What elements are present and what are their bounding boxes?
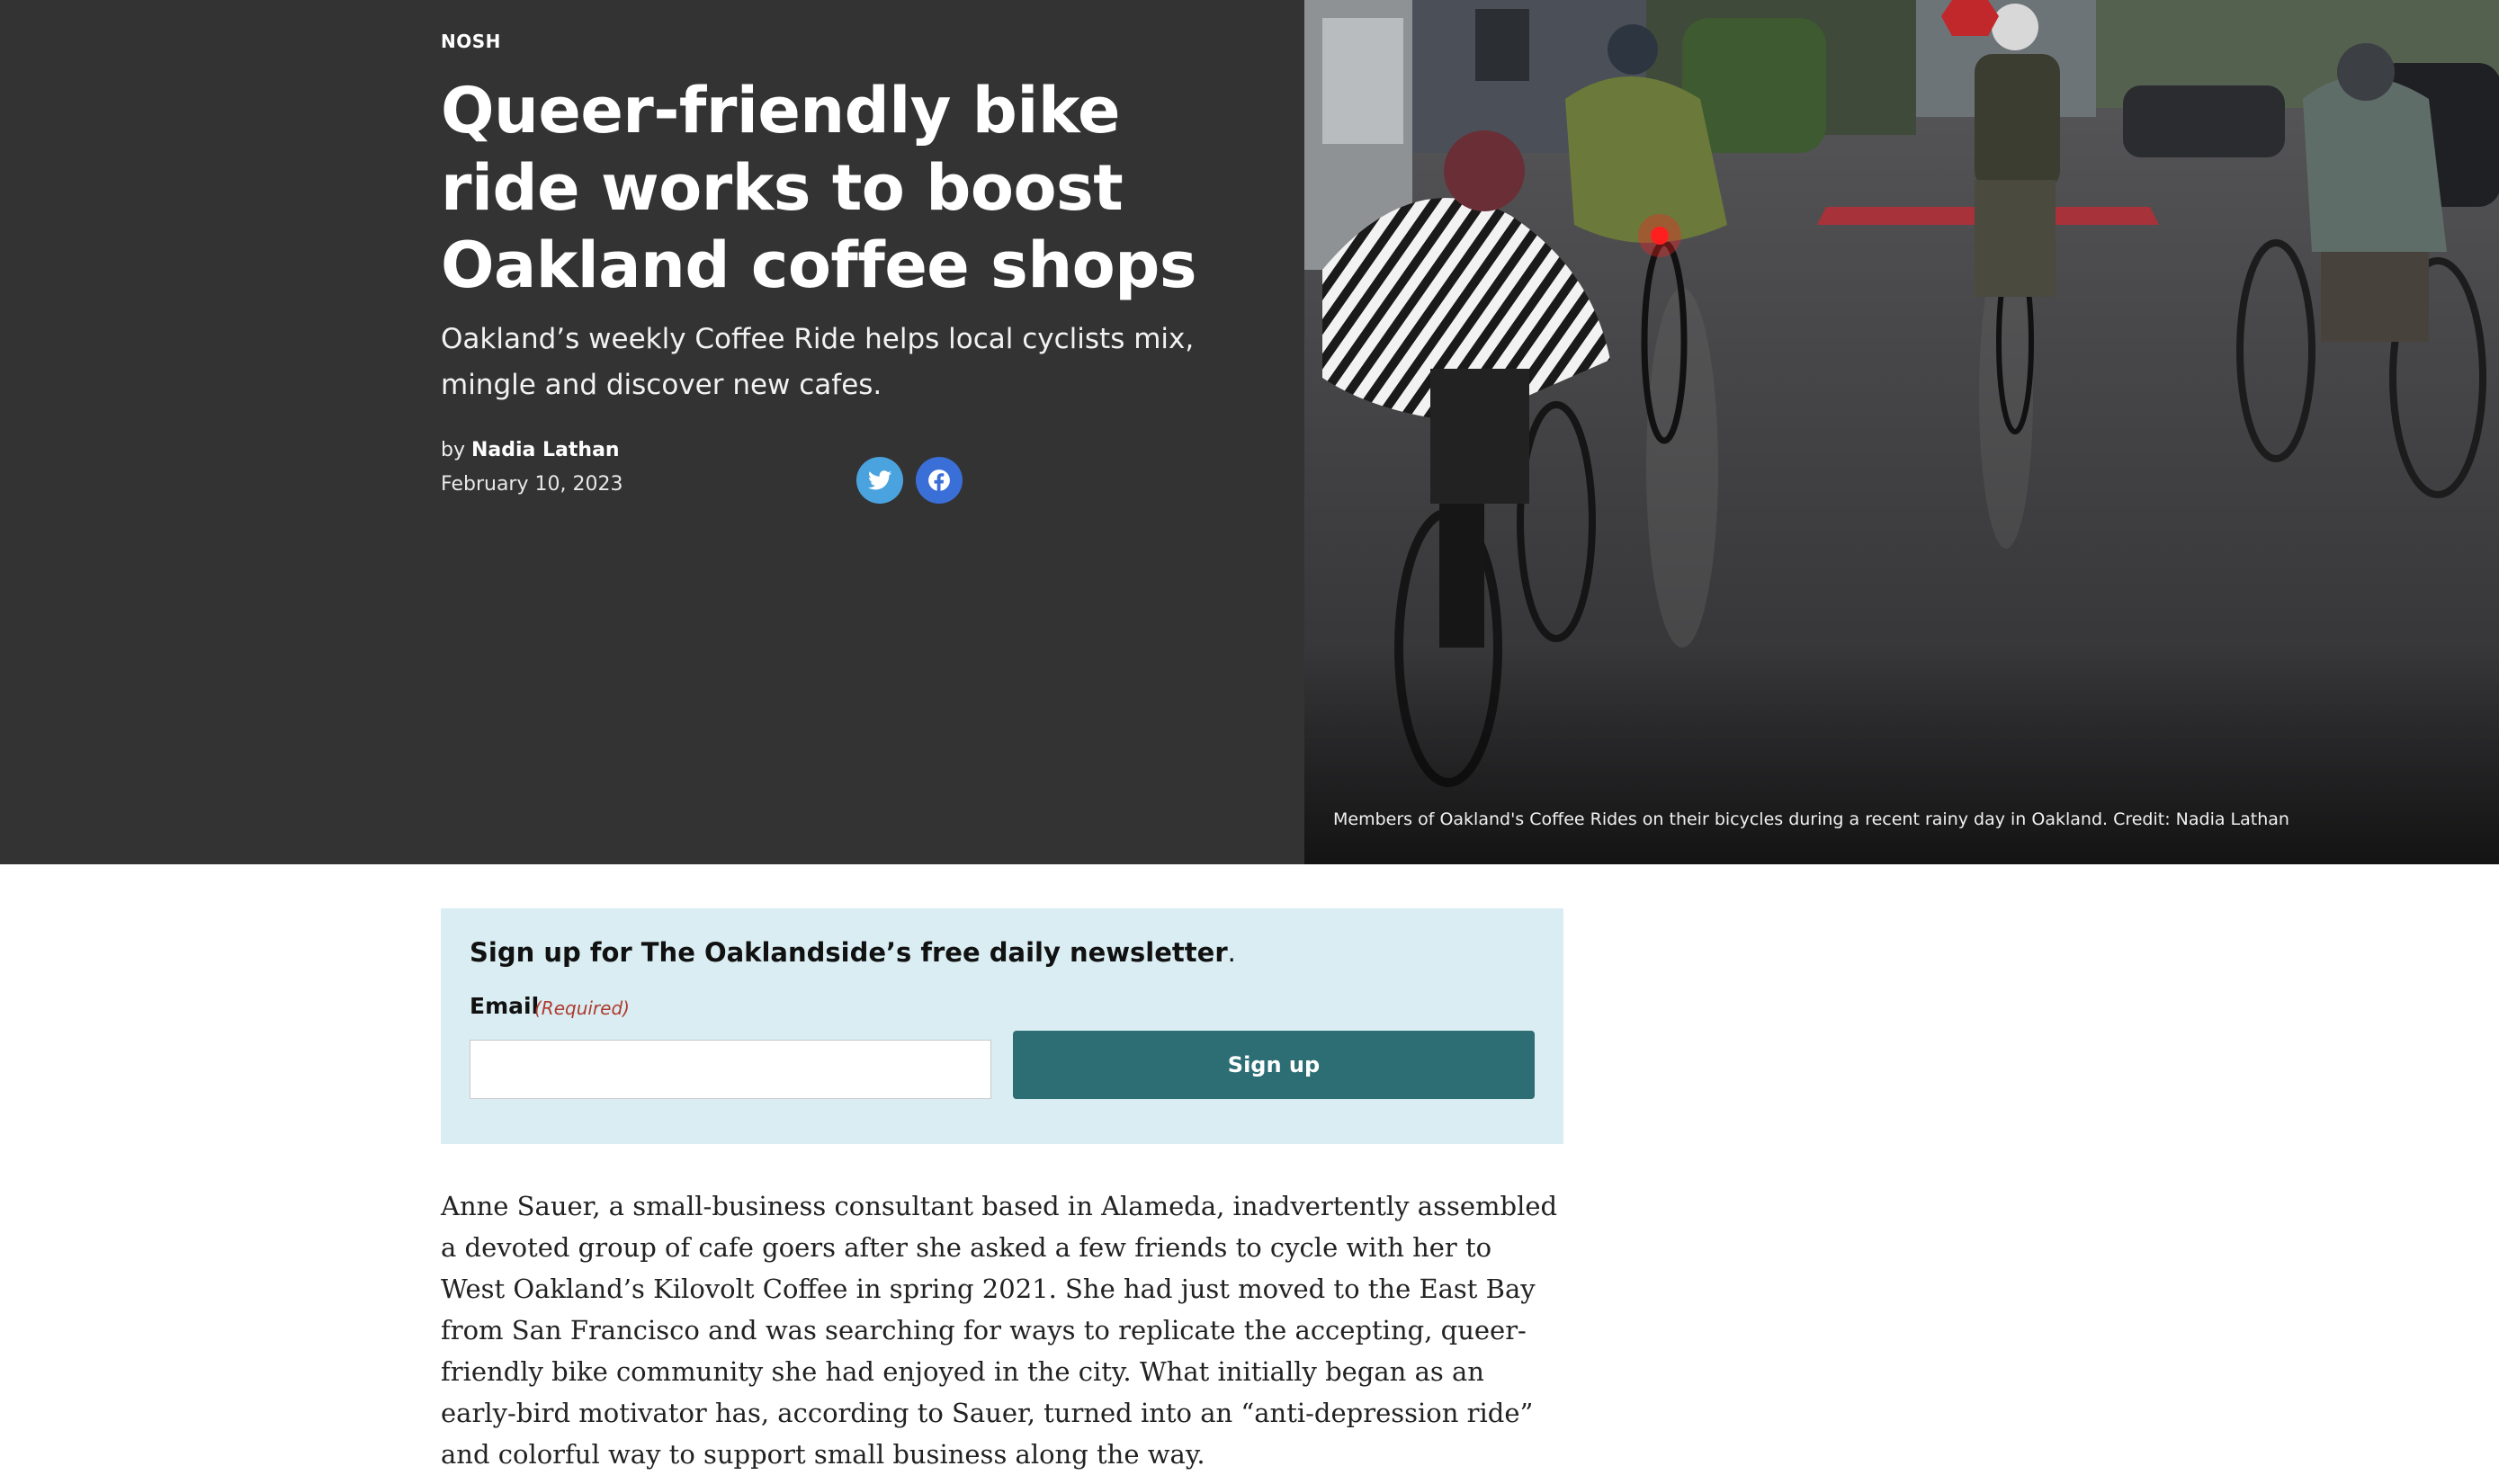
publish-date: February 10, 2023 <box>441 473 623 496</box>
facebook-share-button[interactable] <box>916 457 963 504</box>
email-label: Email <box>470 993 540 1019</box>
article-dek: Oakland’s weekly Coffee Ride helps local… <box>441 323 1195 401</box>
article-headline: Queer-friendly bike ride works to boost … <box>441 74 1197 302</box>
newsletter-title: Sign up for The Oaklandside’s free daily… <box>470 937 1236 968</box>
required-indicator: (Required) <box>534 997 630 1019</box>
share-buttons <box>856 457 963 504</box>
article-body: Anne Sauer, a small-business consultant … <box>441 1185 1563 1475</box>
cyclists-photo-illustration <box>1304 0 2499 864</box>
signup-button[interactable]: Sign up <box>1013 1031 1535 1099</box>
author-link[interactable]: Nadia Lathan <box>471 439 620 461</box>
newsletter-title-text: Sign up for The Oaklandside’s free daily… <box>470 937 1228 968</box>
facebook-icon <box>928 469 950 492</box>
hero-photo: Members of Oakland's Coffee Rides on the… <box>1304 0 2499 864</box>
article-paragraph: Anne Sauer, a small-business consultant … <box>441 1191 1558 1470</box>
newsletter-title-suffix: . <box>1227 937 1236 968</box>
twitter-icon <box>868 470 891 490</box>
article-hero: NOSH Queer-friendly bike ride works to b… <box>0 0 2499 864</box>
twitter-share-button[interactable] <box>856 457 903 504</box>
newsletter-signup: Sign up for The Oaklandside’s free daily… <box>441 908 1563 1144</box>
byline-prefix: by <box>441 439 465 461</box>
photo-caption: Members of Oakland's Coffee Rides on the… <box>1333 809 2289 829</box>
category-kicker[interactable]: NOSH <box>441 31 501 52</box>
email-field[interactable] <box>470 1040 991 1099</box>
byline: by Nadia Lathan <box>441 439 620 461</box>
